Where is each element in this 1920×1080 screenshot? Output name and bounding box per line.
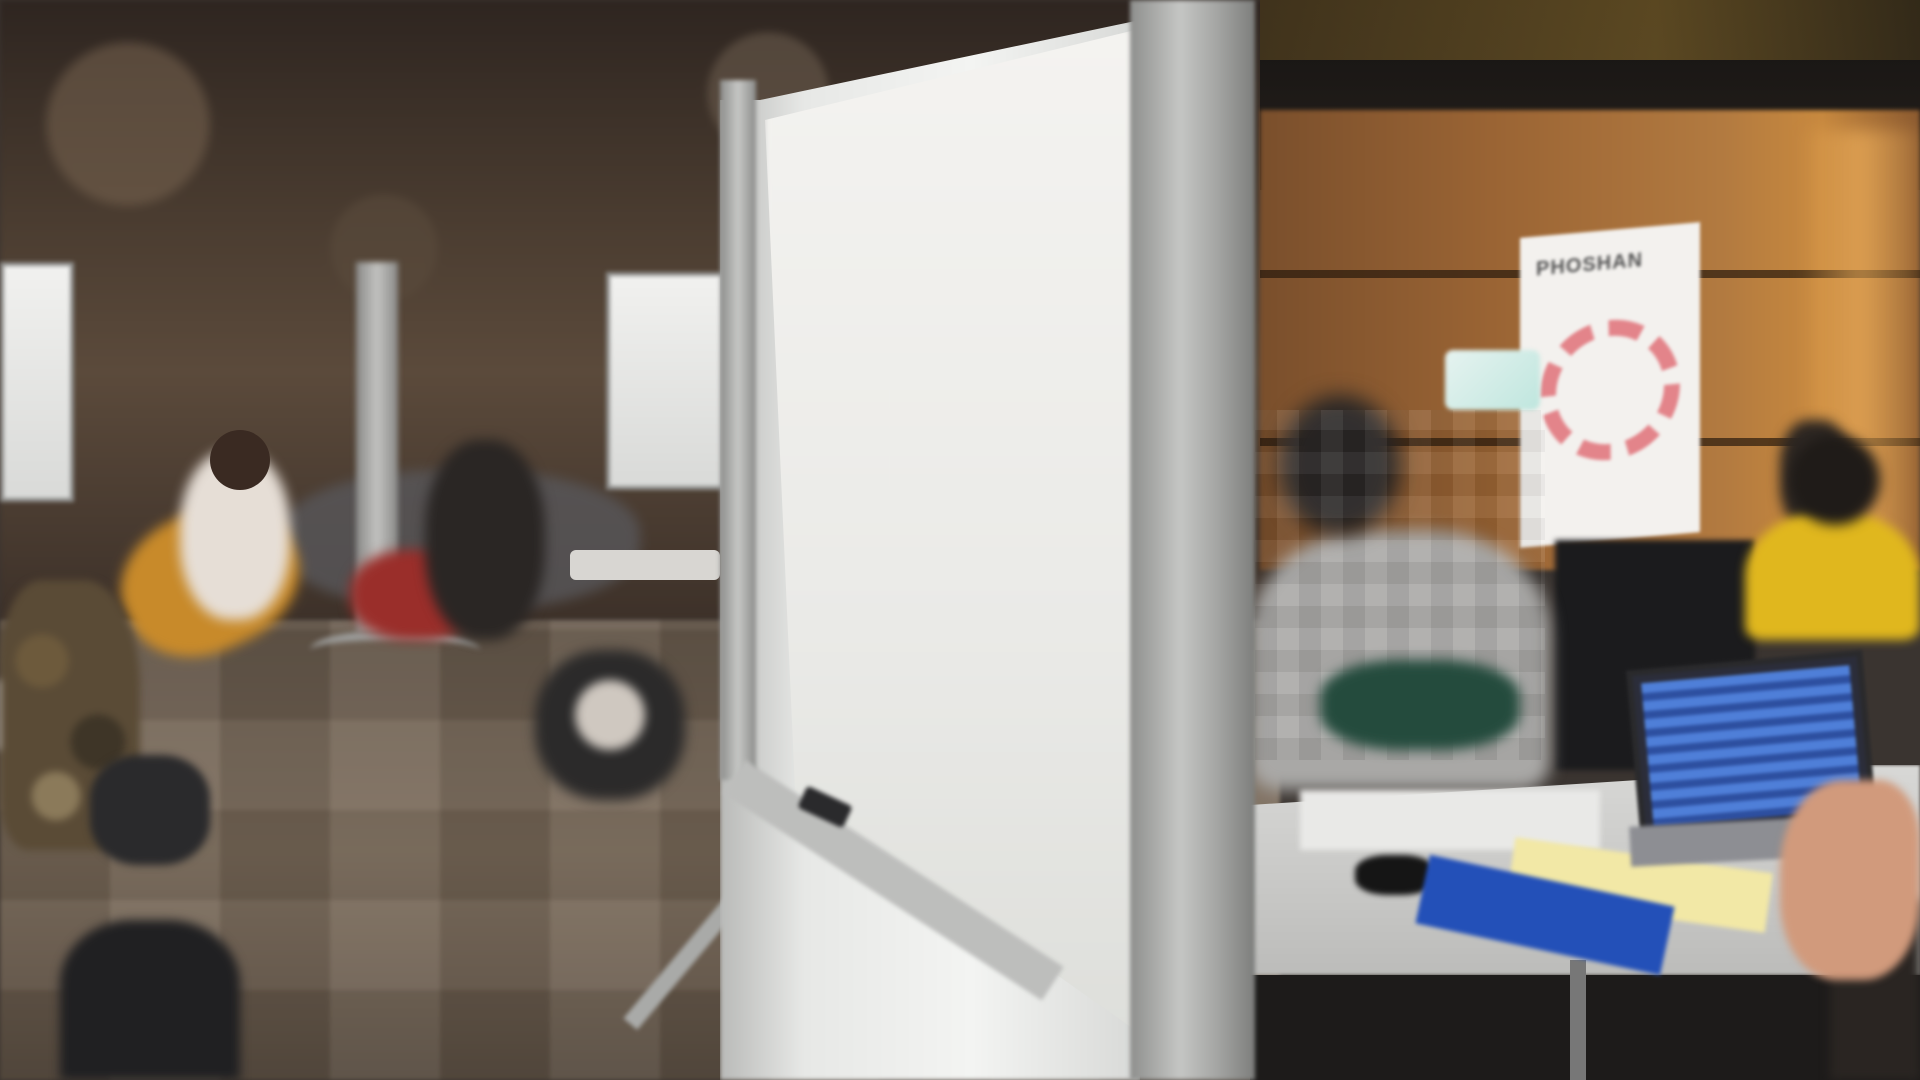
person-yellow-hoodie <box>1745 510 1920 640</box>
phone-screen-glow <box>1445 350 1540 410</box>
desk-papers <box>1300 790 1600 850</box>
seated-person-middle <box>425 440 545 640</box>
desk-leg <box>1570 960 1586 1080</box>
background-whiteboard-left <box>0 262 74 502</box>
small-table <box>570 550 720 580</box>
ceiling-beam <box>1260 0 1920 60</box>
whiteboard-frame-edge <box>720 80 756 780</box>
backpack-patch <box>575 680 645 750</box>
hand <box>1780 780 1920 980</box>
banner-title: PHOSHAN <box>1536 249 1644 281</box>
dark-chair-foreground <box>60 920 240 1080</box>
event-banner: PHOSHAN <box>1520 222 1700 548</box>
seated-person-left-head <box>210 430 270 490</box>
banner-ring-logo <box>1540 313 1680 467</box>
whiteboard-side-pole <box>1130 0 1255 1080</box>
sleeping-roll <box>90 755 210 865</box>
green-chair <box>1320 660 1520 750</box>
person-yellow-hoodie-head <box>1790 435 1880 525</box>
